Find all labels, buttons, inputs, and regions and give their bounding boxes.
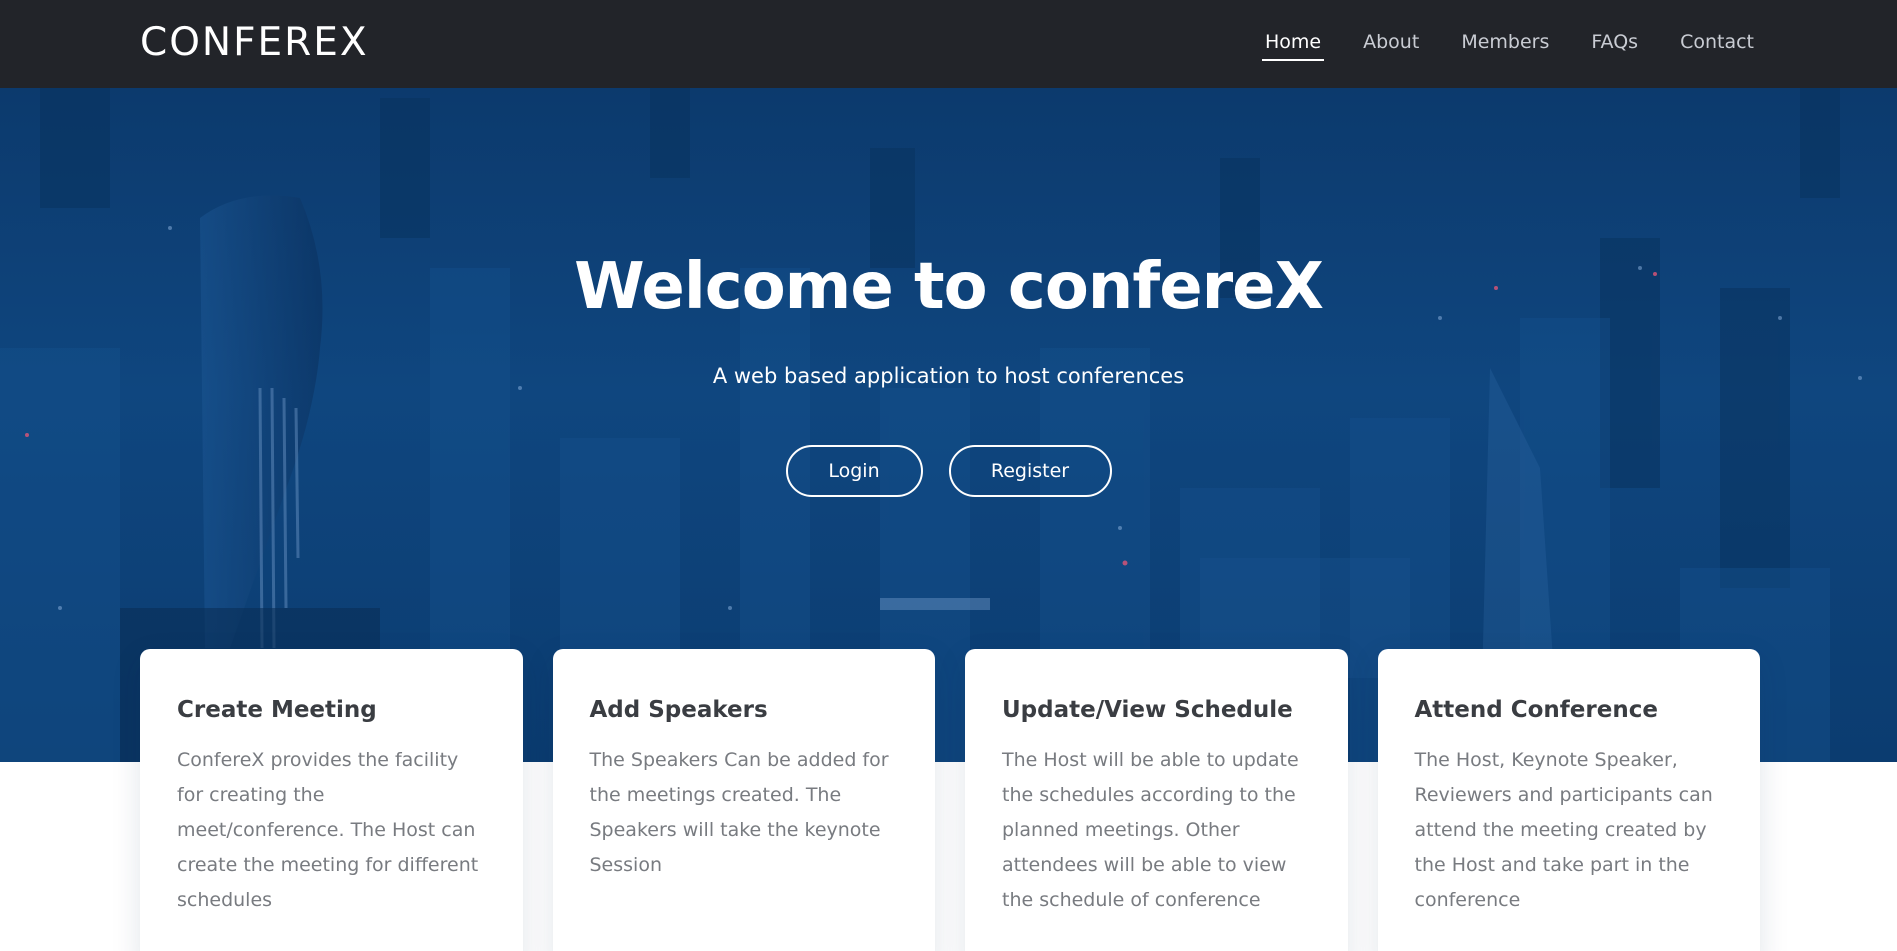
feature-card-update-schedule: Update/View Schedule The Host will be ab… xyxy=(965,649,1348,951)
top-navbar: CONFEREX Home About Members FAQs Contact xyxy=(0,0,1897,88)
hero-title: Welcome to confereX xyxy=(574,250,1324,324)
nav-members-link[interactable]: Members xyxy=(1458,27,1552,61)
card-title: Attend Conference xyxy=(1414,697,1658,723)
nav-faqs-link[interactable]: FAQs xyxy=(1588,27,1641,61)
card-title: Update/View Schedule xyxy=(1002,697,1293,723)
feature-card-add-speakers: Add Speakers The Speakers Can be added f… xyxy=(552,649,935,951)
feature-cards: Create Meeting ConfereX provides the fac… xyxy=(140,649,1760,951)
nav-contact-link[interactable]: Contact xyxy=(1677,27,1757,61)
register-button[interactable]: Register xyxy=(948,445,1112,497)
feature-card-attend-conference: Attend Conference The Host, Keynote Spea… xyxy=(1377,649,1760,951)
card-title: Create Meeting xyxy=(177,697,377,723)
main-nav: Home About Members FAQs Contact xyxy=(1226,0,1757,88)
card-text: The Speakers Can be added for the meetin… xyxy=(589,749,889,876)
card-text: ConfereX provides the facility for creat… xyxy=(177,749,479,911)
feature-card-create-meeting: Create Meeting ConfereX provides the fac… xyxy=(140,649,523,951)
brand-logo[interactable]: CONFEREX xyxy=(140,20,369,65)
login-button[interactable]: Login xyxy=(785,445,923,497)
card-title: Add Speakers xyxy=(589,697,768,723)
hero-subtitle: A web based application to host conferen… xyxy=(712,364,1185,388)
card-text: The Host, Keynote Speaker, Reviewers and… xyxy=(1414,749,1713,911)
card-text: The Host will be able to update the sche… xyxy=(1002,749,1299,911)
nav-about-link[interactable]: About xyxy=(1360,27,1422,61)
nav-home-link[interactable]: Home xyxy=(1262,27,1325,61)
hero-actions: Login Register xyxy=(0,445,1897,497)
